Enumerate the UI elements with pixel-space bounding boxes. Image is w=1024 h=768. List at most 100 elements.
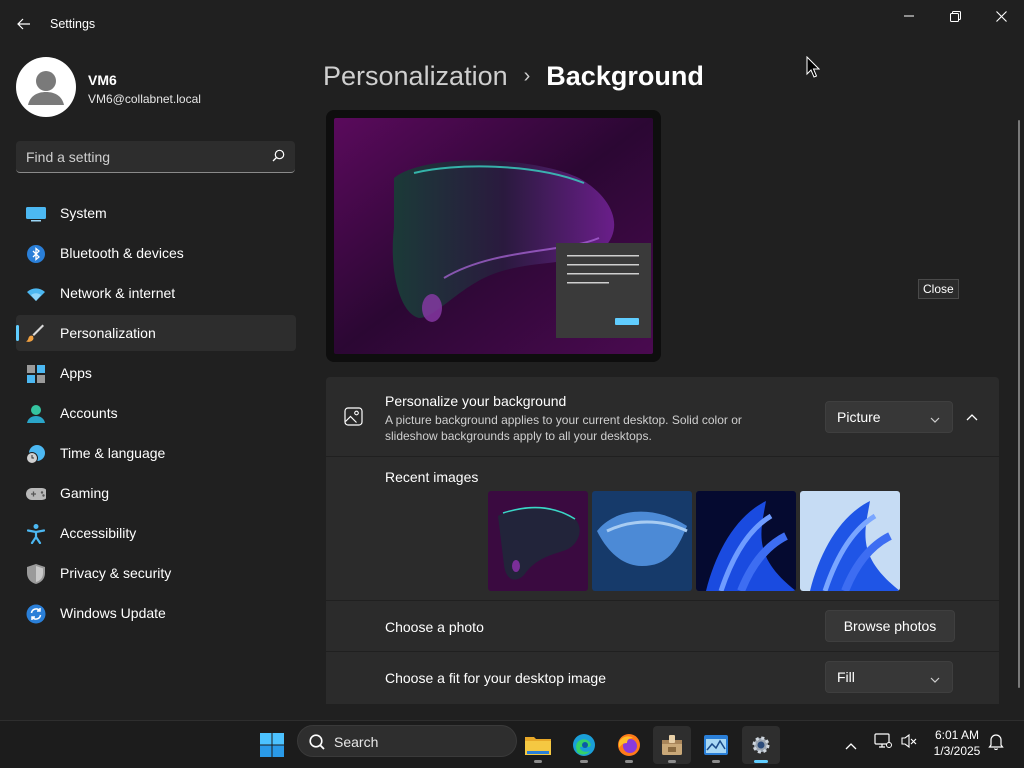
sidebar-item-label: Personalization bbox=[60, 325, 156, 341]
clock-time: 6:01 AM bbox=[934, 728, 980, 742]
sidebar-item-label: Network & internet bbox=[60, 285, 176, 301]
edge-button[interactable] bbox=[565, 726, 603, 764]
sidebar-item-bluetooth[interactable]: Bluetooth & devices bbox=[16, 235, 296, 271]
sidebar-item-label: System bbox=[60, 205, 107, 221]
chevron-up-icon[interactable] bbox=[845, 737, 857, 755]
recent-image-1[interactable] bbox=[488, 491, 588, 591]
sidebar-item-apps[interactable]: Apps bbox=[16, 355, 296, 391]
wifi-icon bbox=[26, 284, 46, 304]
search-icon[interactable] bbox=[272, 149, 285, 167]
volume-muted-icon[interactable] bbox=[901, 733, 917, 754]
sidebar-item-network[interactable]: Network & internet bbox=[16, 275, 296, 311]
taskbar: Search 6:01 AM 1/3/2025 bbox=[0, 720, 1024, 768]
sidebar-item-time-language[interactable]: Time & language bbox=[16, 435, 296, 471]
search-icon bbox=[308, 733, 326, 754]
sidebar-item-label: Apps bbox=[60, 365, 92, 381]
image-icon bbox=[344, 407, 363, 431]
minimize-icon bbox=[904, 15, 914, 17]
gear-icon bbox=[752, 736, 770, 754]
recent-image-4[interactable] bbox=[800, 491, 900, 591]
sidebar-item-label: Accessibility bbox=[60, 525, 137, 541]
network-icon[interactable] bbox=[874, 733, 892, 754]
sidebar-item-accounts[interactable]: Accounts bbox=[16, 395, 296, 431]
sidebar-item-label: Accounts bbox=[60, 405, 118, 421]
sidebar-nav: System Bluetooth & devices Network & int… bbox=[16, 195, 296, 635]
personalize-background-card: Personalize your background A picture ba… bbox=[326, 377, 999, 456]
scrollbar[interactable] bbox=[1018, 120, 1020, 688]
close-icon bbox=[995, 10, 1007, 22]
shield-icon bbox=[26, 564, 46, 584]
sidebar-item-system[interactable]: System bbox=[16, 195, 296, 231]
restore-button[interactable] bbox=[932, 0, 978, 32]
breadcrumb-separator: › bbox=[523, 64, 531, 87]
settings-taskbar-button[interactable] bbox=[742, 726, 780, 764]
mouse-cursor-icon bbox=[806, 55, 821, 83]
recent-images-label: Recent images bbox=[385, 469, 479, 485]
running-indicator bbox=[712, 760, 720, 763]
back-button[interactable] bbox=[10, 10, 38, 38]
sidebar-item-privacy[interactable]: Privacy & security bbox=[16, 555, 296, 591]
choose-fit-row: Choose a fit for your desktop image Fill bbox=[326, 652, 999, 704]
taskbar-search[interactable]: Search bbox=[297, 725, 517, 757]
search-input[interactable] bbox=[26, 141, 266, 172]
folder-icon bbox=[525, 737, 551, 755]
close-button[interactable] bbox=[978, 0, 1024, 32]
chevron-up-icon bbox=[966, 414, 978, 421]
choose-fit-label: Choose a fit for your desktop image bbox=[385, 670, 607, 686]
desktop-preview bbox=[326, 110, 661, 362]
user-profile[interactable]: VM6 VM6@collabnet.local bbox=[16, 57, 296, 119]
chevron-down-icon bbox=[930, 412, 940, 430]
taskbar-search-label: Search bbox=[334, 734, 379, 750]
notification-bell-icon[interactable] bbox=[988, 733, 1004, 755]
system-clock[interactable]: 6:01 AM 1/3/2025 bbox=[922, 727, 992, 759]
clock-date: 1/3/2025 bbox=[933, 744, 981, 758]
apps-icon bbox=[26, 364, 46, 384]
wallpaper-preview-image bbox=[334, 118, 653, 354]
fit-value: Fill bbox=[837, 669, 855, 685]
monitor-app-button[interactable] bbox=[697, 726, 735, 764]
person-icon bbox=[28, 71, 64, 105]
start-button[interactable] bbox=[253, 726, 291, 764]
back-arrow-icon bbox=[17, 18, 30, 30]
system-icon bbox=[26, 204, 46, 224]
sidebar-item-accessibility[interactable]: Accessibility bbox=[16, 515, 296, 551]
accessibility-icon bbox=[26, 524, 46, 544]
chart-window-icon bbox=[704, 735, 728, 755]
sidebar-item-label: Windows Update bbox=[60, 605, 166, 621]
sidebar-item-personalization[interactable]: Personalization bbox=[16, 315, 296, 351]
firefox-button[interactable] bbox=[610, 726, 648, 764]
sidebar-item-gaming[interactable]: Gaming bbox=[16, 475, 296, 511]
sidebar-item-windows-update[interactable]: Windows Update bbox=[16, 595, 296, 631]
user-name: VM6 bbox=[88, 72, 117, 88]
choose-photo-label: Choose a photo bbox=[385, 619, 484, 635]
recent-image-3[interactable] bbox=[696, 491, 796, 591]
sidebar-item-label: Gaming bbox=[60, 485, 110, 501]
breadcrumb-parent[interactable]: Personalization bbox=[323, 61, 508, 92]
user-email: VM6@collabnet.local bbox=[88, 92, 201, 106]
package-icon bbox=[662, 735, 682, 755]
background-type-dropdown[interactable]: Picture bbox=[825, 401, 953, 433]
file-explorer-button[interactable] bbox=[519, 726, 557, 764]
page-title: Background bbox=[546, 60, 704, 91]
sidebar-item-label: Bluetooth & devices bbox=[60, 245, 184, 261]
store-button[interactable] bbox=[653, 726, 691, 764]
collapse-button[interactable] bbox=[960, 405, 984, 429]
chevron-down-icon bbox=[930, 672, 940, 690]
minimize-button[interactable] bbox=[886, 0, 932, 32]
sidebar-item-label: Time & language bbox=[60, 445, 166, 461]
browse-photos-button[interactable]: Browse photos bbox=[825, 610, 955, 642]
recent-images-section: Recent images bbox=[326, 457, 999, 600]
window-title: Settings bbox=[50, 17, 96, 31]
windows-logo-icon bbox=[260, 733, 284, 757]
update-icon bbox=[26, 604, 46, 624]
accounts-icon bbox=[26, 404, 46, 424]
fit-dropdown[interactable]: Fill bbox=[825, 661, 953, 693]
recent-image-2[interactable] bbox=[592, 491, 692, 591]
running-indicator bbox=[625, 760, 633, 763]
background-description: A picture background applies to your cur… bbox=[385, 413, 742, 443]
running-indicator bbox=[534, 760, 542, 763]
settings-search[interactable] bbox=[16, 141, 295, 173]
running-indicator bbox=[668, 760, 676, 763]
background-type-value: Picture bbox=[837, 409, 881, 425]
sidebar-item-label: Privacy & security bbox=[60, 565, 172, 581]
